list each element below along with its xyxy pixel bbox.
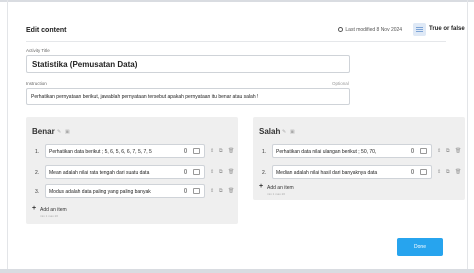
edit-icon[interactable]: ✎ [282, 129, 286, 135]
add-item-limits: min 1 max 20 [267, 192, 286, 196]
microphone-icon[interactable] [411, 148, 414, 153]
microphone-icon[interactable] [411, 169, 414, 174]
reorder-icon[interactable]: ⇕ [210, 148, 214, 154]
last-modified-text: Last modified 8 Nov 2024 [345, 27, 403, 33]
item-number: 1. [262, 149, 267, 155]
reorder-icon[interactable]: ⇕ [210, 169, 214, 175]
item-text: Modus adalah data paling yang paling ban… [49, 189, 151, 195]
duplicate-icon[interactable]: ⧉ [446, 148, 450, 154]
clock-icon [338, 27, 343, 33]
item-input[interactable]: Perhatikan data berikut ; 5, 6, 5, 6, 6,… [45, 144, 205, 158]
true-false-template-icon[interactable] [413, 23, 426, 36]
item-text: Mean adalah nilai rata tengah dari suatu… [49, 170, 150, 176]
microphone-icon[interactable] [184, 148, 187, 153]
bottom-border [0, 269, 474, 273]
image-icon[interactable] [193, 169, 200, 175]
right-border [467, 0, 468, 273]
left-border [7, 0, 8, 273]
instruction-input[interactable]: Perhatikan pernyataan berikut, jawablah … [26, 88, 350, 105]
template-name[interactable]: True or false [429, 26, 465, 32]
add-item-icon[interactable]: + [32, 205, 36, 212]
item-text: Perhatikan data berikut ; 5, 6, 5, 6, 6,… [49, 149, 152, 155]
image-icon[interactable] [420, 148, 427, 154]
top-border [0, 0, 474, 2]
image-icon[interactable] [420, 169, 427, 175]
image-icon[interactable] [193, 188, 200, 194]
item-number: 2. [35, 170, 40, 176]
add-item-icon[interactable]: + [259, 183, 263, 190]
edit-content-page: Edit content Last modified 8 Nov 2024 Tr… [0, 0, 474, 273]
reorder-icon[interactable]: ⇕ [210, 188, 214, 194]
activity-title-input[interactable]: Statistika (Pemusatan Data) [26, 55, 350, 73]
edit-icon[interactable]: ✎ [57, 129, 61, 135]
delete-icon[interactable]: 🗑 [455, 169, 461, 175]
item-number: 3. [35, 189, 40, 195]
image-icon[interactable] [193, 148, 200, 154]
optional-label: Optional [332, 81, 349, 86]
image-icon[interactable]: ▣ [65, 129, 70, 135]
group-title-benar[interactable]: Benar [32, 127, 55, 136]
item-text: Median adalah nilai hasil dari banyaknya… [276, 170, 378, 176]
done-button[interactable]: Done [397, 238, 443, 256]
item-number: 1. [35, 149, 40, 155]
delete-icon[interactable]: 🗑 [228, 188, 234, 194]
microphone-icon[interactable] [184, 188, 187, 193]
reorder-icon[interactable]: ⇕ [437, 169, 441, 175]
item-text: Perhatikan data nilai ulangan berikut ; … [276, 149, 377, 155]
last-modified: Last modified 8 Nov 2024 [338, 27, 402, 33]
image-icon[interactable]: ▣ [290, 129, 295, 135]
instruction-label: Instruction [26, 81, 47, 86]
group-panel-benar: Benar ✎ ▣ 1. Perhatikan data berikut ; 5… [26, 117, 238, 224]
add-item-button[interactable]: Add an item [267, 185, 294, 191]
microphone-icon[interactable] [184, 169, 187, 174]
reorder-icon[interactable]: ⇕ [437, 148, 441, 154]
item-number: 2. [262, 170, 267, 176]
delete-icon[interactable]: 🗑 [228, 148, 234, 154]
duplicate-icon[interactable]: ⧉ [219, 148, 223, 154]
add-item-button[interactable]: Add an item [40, 207, 67, 213]
item-input[interactable]: Perhatikan data nilai ulangan berikut ; … [272, 144, 432, 158]
duplicate-icon[interactable]: ⧉ [219, 169, 223, 175]
item-input[interactable]: Modus adalah data paling yang paling ban… [45, 184, 205, 198]
instruction-value: Perhatikan pernyataan berikut, jawablah … [31, 94, 259, 100]
delete-icon[interactable]: 🗑 [228, 169, 234, 175]
duplicate-icon[interactable]: ⧉ [219, 188, 223, 194]
duplicate-icon[interactable]: ⧉ [446, 169, 450, 175]
item-input[interactable]: Median adalah nilai hasil dari banyaknya… [272, 165, 432, 179]
item-input[interactable]: Mean adalah nilai rata tengah dari suatu… [45, 165, 205, 179]
group-title-salah[interactable]: Salah [259, 127, 280, 136]
activity-title-label: Activity Title [26, 48, 50, 53]
activity-title-value: Statistika (Pemusatan Data) [32, 60, 138, 69]
add-item-limits: min 1 max 20 [40, 214, 59, 218]
page-title: Edit content [26, 27, 67, 34]
delete-icon[interactable]: 🗑 [455, 148, 461, 154]
group-panel-salah: Salah ✎ ▣ 1. Perhatikan data nilai ulang… [253, 117, 465, 200]
header-divider [26, 41, 446, 42]
